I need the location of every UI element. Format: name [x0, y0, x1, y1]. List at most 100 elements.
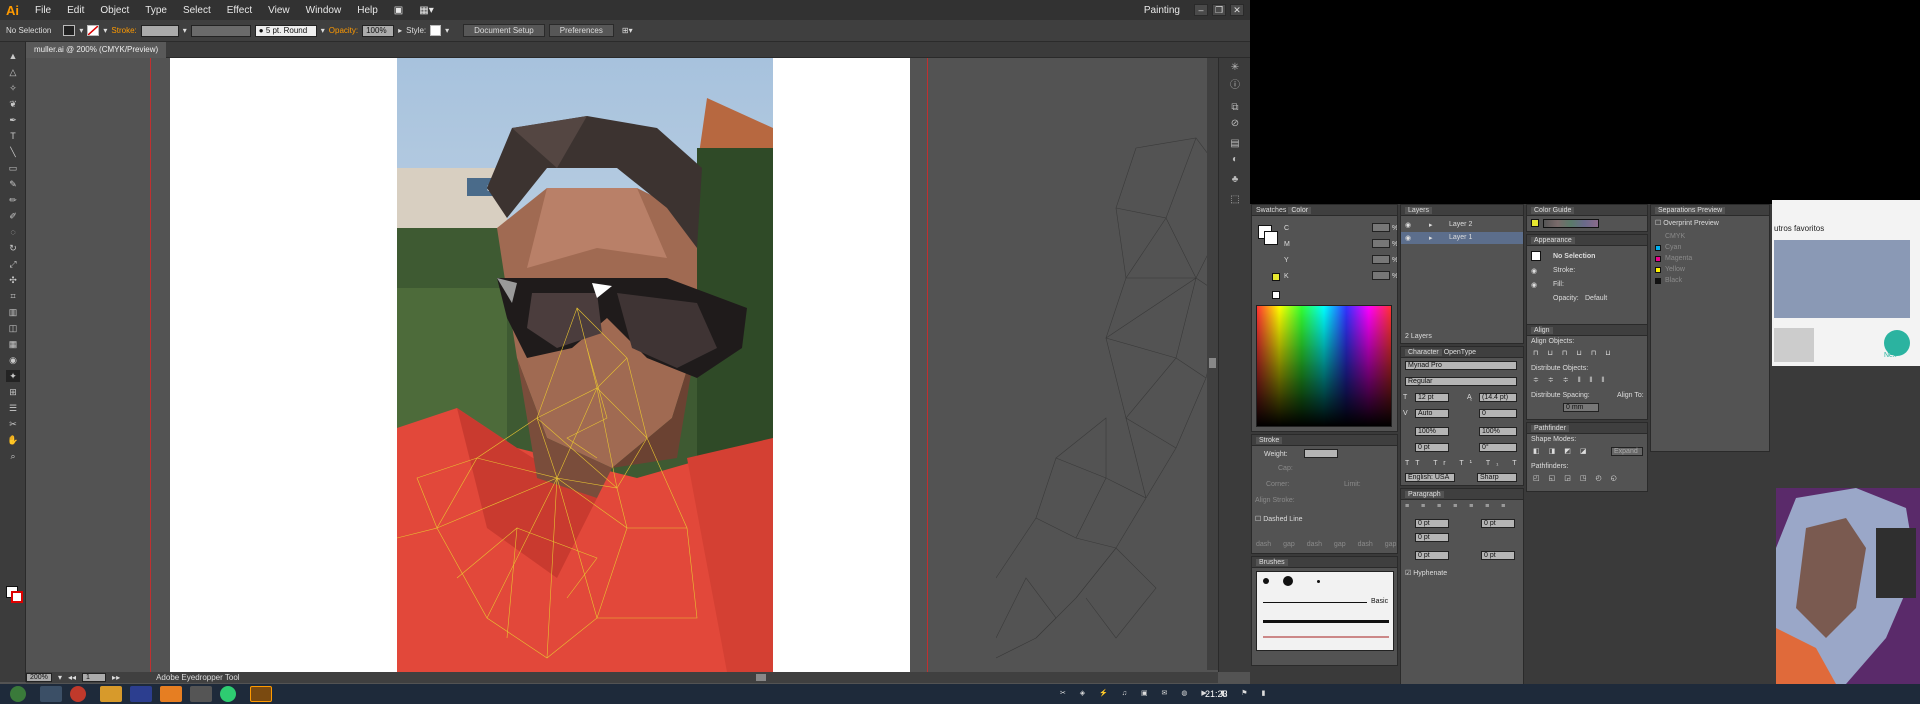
photoshop-taskbar-icon[interactable]	[130, 686, 152, 702]
selection-tool-icon[interactable]: ▲	[6, 50, 20, 62]
stroke-color-box[interactable]	[1264, 231, 1278, 245]
space-before-field[interactable]: 0 pt	[1415, 551, 1449, 560]
menu-type[interactable]: Type	[137, 5, 175, 16]
close-button[interactable]: ✕	[1230, 4, 1244, 16]
preferences-button[interactable]: Preferences	[548, 24, 614, 37]
left-indent-field[interactable]: 0 pt	[1415, 519, 1449, 528]
line-tool-icon[interactable]: ╲	[6, 146, 20, 158]
variable-width-profile[interactable]	[190, 24, 251, 37]
transparency-icon[interactable]: ◐	[1229, 154, 1241, 166]
browser-image[interactable]	[1774, 240, 1910, 318]
eye-icon[interactable]: ◉	[1405, 221, 1411, 229]
font-family-field[interactable]: Myriad Pro	[1405, 361, 1517, 370]
photo-artwork[interactable]: 3862	[397, 58, 773, 672]
tab-character[interactable]: Character	[1405, 349, 1442, 356]
channel-value[interactable]	[1372, 255, 1390, 264]
clock[interactable]: 21:23	[1205, 689, 1228, 699]
style-swatch[interactable]	[430, 25, 442, 36]
explorer-taskbar-icon[interactable]	[40, 686, 62, 702]
first-line-indent-field[interactable]: 0 pt	[1415, 533, 1449, 542]
stroke-swatch[interactable]	[87, 25, 100, 36]
menu-window[interactable]: Window	[298, 5, 350, 16]
rectangle-tool-icon[interactable]: ▭	[6, 162, 20, 174]
layer-row[interactable]: ◉ ▸ Layer 1	[1401, 232, 1523, 244]
menu-view[interactable]: View	[260, 5, 298, 16]
gradient-tool-icon[interactable]: ◉	[6, 354, 20, 366]
info-icon[interactable]: ⓘ	[1229, 80, 1241, 92]
language-field[interactable]: English: USA	[1405, 473, 1455, 482]
document-setup-button[interactable]: Document Setup	[463, 24, 545, 37]
shape-mode-buttons[interactable]: ◧◨◩◪	[1533, 447, 1595, 455]
color-panel-icon[interactable]: ✳	[1229, 62, 1241, 74]
direct-selection-tool-icon[interactable]: △	[6, 66, 20, 78]
ink-row[interactable]: Magenta	[1665, 255, 1692, 262]
free-transform-tool-icon[interactable]: ⌗	[6, 290, 20, 302]
rotate-tool-icon[interactable]: ↻	[6, 242, 20, 254]
font-size-field[interactable]: 12 pt	[1415, 393, 1449, 402]
blob-brush-tool-icon[interactable]: ✐	[6, 210, 20, 222]
ink-row[interactable]: Black	[1665, 277, 1682, 284]
expand-arrow-icon[interactable]: ▸	[1429, 221, 1433, 229]
chrome-taskbar-icon[interactable]	[70, 686, 86, 702]
chevron-down-icon[interactable]: ▾	[445, 26, 449, 35]
restore-button[interactable]: ❐	[1212, 4, 1226, 16]
artboard-number-field[interactable]: 1	[82, 673, 107, 682]
menu-select[interactable]: Select	[175, 5, 219, 16]
bookmarks-text[interactable]: utros favoritos	[1774, 224, 1824, 233]
brush-stroke[interactable]	[1263, 636, 1389, 638]
layer-name[interactable]: Layer 2	[1449, 221, 1472, 228]
ink-row[interactable]: Cyan	[1665, 244, 1681, 251]
color-spectrum[interactable]	[1256, 305, 1392, 427]
eye-icon[interactable]: ◉	[1405, 234, 1411, 242]
hand-tool-icon[interactable]: ✋	[6, 434, 20, 446]
eyedropper-tool-icon[interactable]: ✦	[6, 370, 20, 382]
tab-color[interactable]: Color	[1288, 207, 1312, 214]
distribute-buttons[interactable]: ≑≑≑⫴⫴⫴	[1533, 376, 1613, 385]
channel-value[interactable]	[1372, 223, 1390, 232]
pathfinder-buttons[interactable]: ◰◱◲◳◴◵	[1533, 474, 1626, 482]
arrange-documents-icon[interactable]: ▦▾	[411, 5, 441, 16]
chevron-down-icon[interactable]: ▾	[103, 26, 107, 35]
white-swatch[interactable]	[1272, 291, 1280, 299]
chevron-right-icon[interactable]: ▸	[398, 26, 402, 35]
vlc-taskbar-icon[interactable]	[160, 686, 182, 702]
kerning-field[interactable]: Auto	[1415, 409, 1449, 418]
app-taskbar-icon[interactable]	[100, 686, 122, 702]
expand-arrow-icon[interactable]: ▸	[1429, 234, 1433, 242]
channel-value[interactable]	[1372, 271, 1390, 280]
scale-tool-icon[interactable]: ⤢	[6, 258, 20, 270]
wireframe-artwork[interactable]	[996, 118, 1218, 672]
menu-help[interactable]: Help	[349, 5, 386, 16]
gradient-icon[interactable]: ▤	[1229, 138, 1241, 150]
menu-edit[interactable]: Edit	[59, 5, 92, 16]
app-taskbar-icon[interactable]	[190, 686, 212, 702]
expand-button[interactable]: Expand	[1611, 447, 1643, 456]
arrange-icon[interactable]: ⊞▾	[622, 26, 633, 35]
zoom-field[interactable]: 200%	[26, 673, 52, 682]
appearance-opacity-label[interactable]: Opacity:	[1553, 295, 1579, 302]
eraser-tool-icon[interactable]: ◌	[6, 226, 20, 238]
chevron-down-icon[interactable]: ▾	[183, 26, 187, 35]
lasso-tool-icon[interactable]: ❦	[6, 98, 20, 110]
width-tool-icon[interactable]: ✣	[6, 274, 20, 286]
horizontal-scale-field[interactable]: 100%	[1479, 427, 1517, 436]
graphic-styles-icon[interactable]: ⬚	[1229, 194, 1241, 206]
links-icon[interactable]: ⊘	[1229, 118, 1241, 130]
brush-list[interactable]: Basic	[1256, 571, 1394, 651]
browser-thumbnail[interactable]	[1774, 328, 1814, 362]
tab-opentype[interactable]: OpenType	[1444, 349, 1476, 356]
eye-icon[interactable]: ◉	[1531, 267, 1537, 275]
transform-icon[interactable]: ⧉	[1229, 102, 1241, 114]
overprint-checkbox[interactable]: ☐ Overprint Preview	[1655, 219, 1719, 227]
brush-stroke[interactable]	[1263, 620, 1389, 623]
hyphenate-checkbox[interactable]: ☑ Hyphenate	[1405, 569, 1447, 577]
menu-object[interactable]: Object	[92, 5, 137, 16]
workspace-switcher[interactable]: Painting	[1144, 5, 1180, 16]
menu-file[interactable]: File	[27, 5, 59, 16]
vertical-scrollbar[interactable]	[1207, 58, 1218, 670]
spacing-field[interactable]: 0 mm	[1563, 403, 1599, 412]
space-after-field[interactable]: 0 pt	[1481, 551, 1515, 560]
type-tool-icon[interactable]: T	[6, 130, 20, 142]
canvas-area[interactable]: 3862	[26, 58, 1218, 672]
graph-tool-icon[interactable]: ☰	[6, 402, 20, 414]
